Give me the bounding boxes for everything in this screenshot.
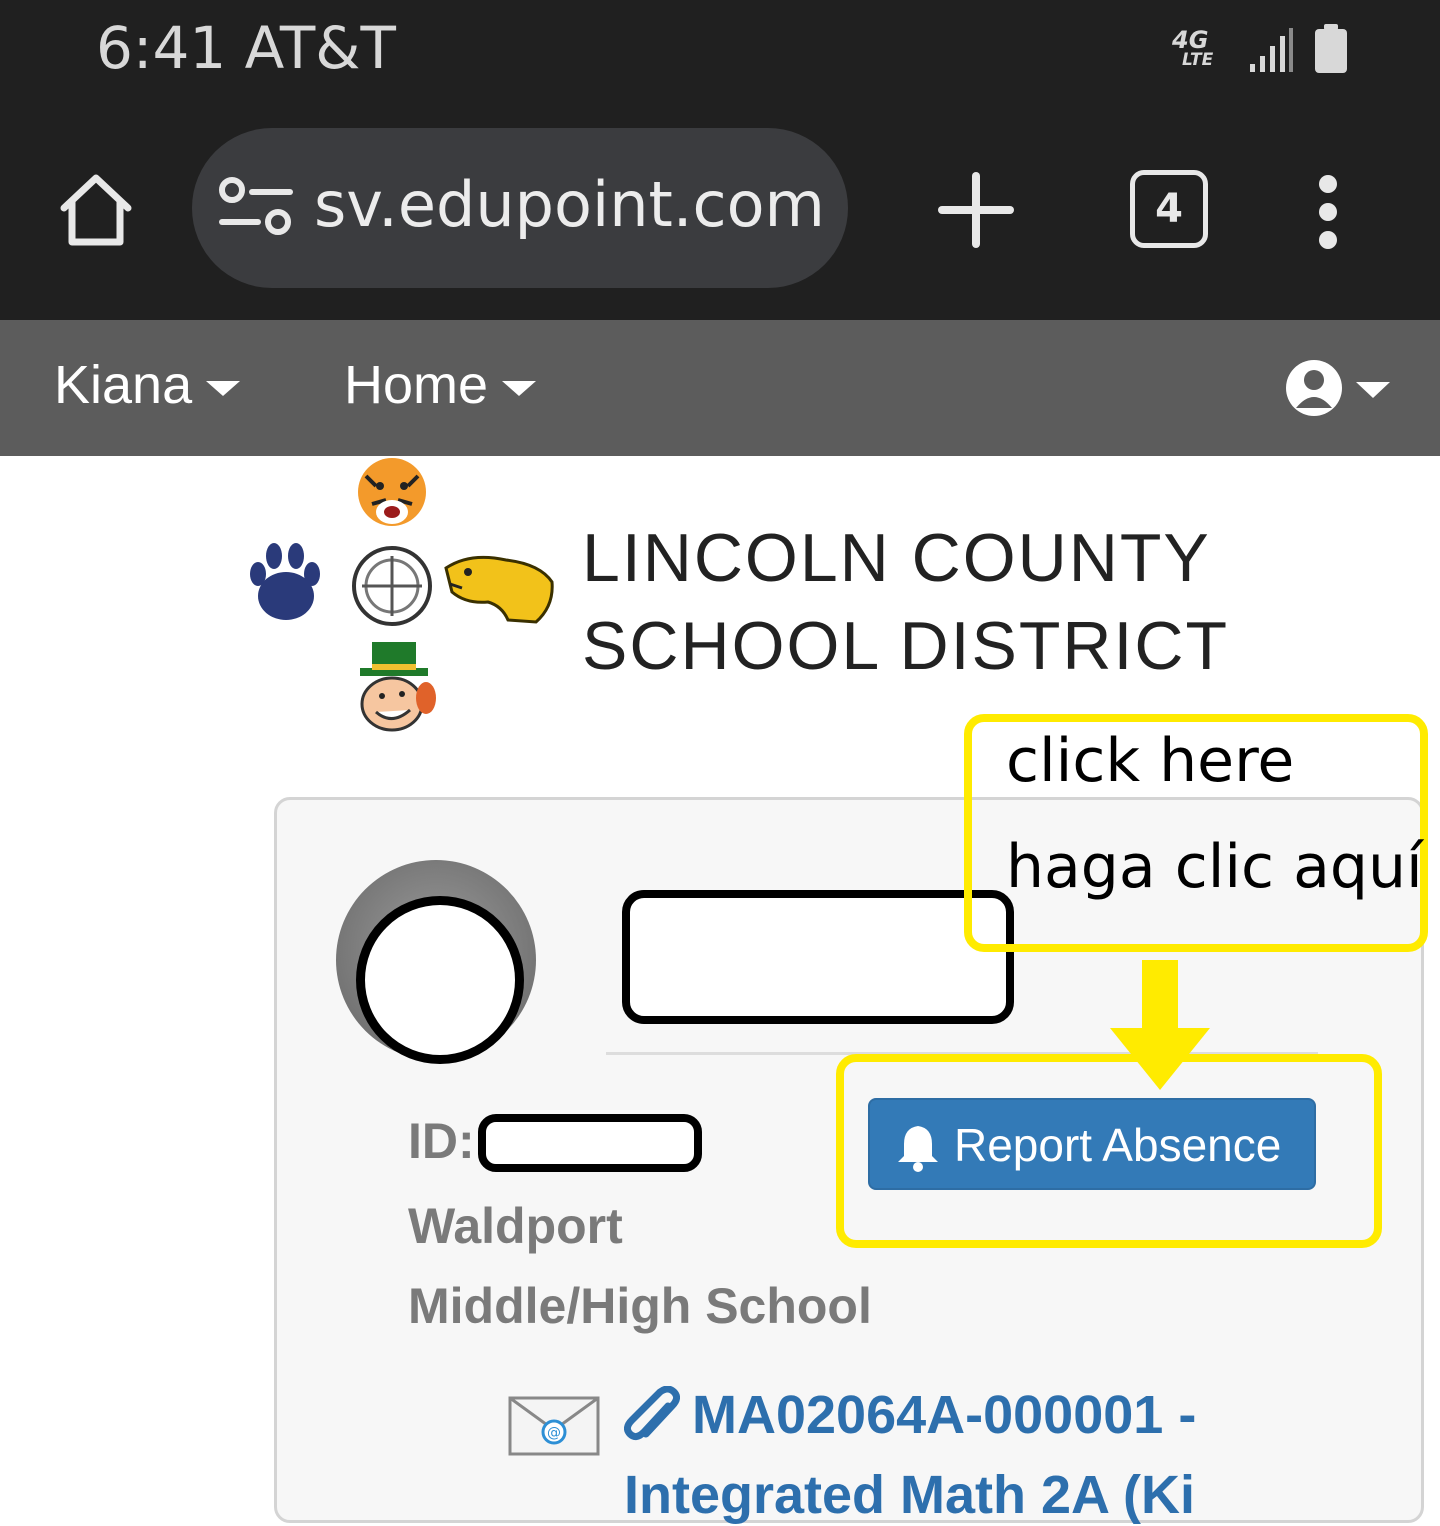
battery-icon	[1315, 24, 1347, 73]
chevron-down-icon	[502, 381, 537, 397]
student-dropdown[interactable]: Kiana	[54, 354, 241, 416]
svg-text:@: @	[547, 1425, 561, 1441]
name-redaction-mark	[622, 890, 1014, 1024]
class-section-link-continued[interactable]: Integrated Math 2A (Ki	[624, 1464, 1195, 1526]
school-name: Waldport Middle/High School	[408, 1186, 872, 1346]
status-time-carrier: 6:41 AT&T	[96, 14, 396, 82]
status-bar: 6:41 AT&T 4G LTE	[0, 0, 1440, 110]
network-type-indicator: 4G LTE	[1172, 28, 1213, 70]
id-redaction-mark	[478, 1114, 702, 1172]
button-highlight-box	[836, 1054, 1382, 1248]
class-section-link[interactable]: MA02064A-000001 -	[692, 1384, 1196, 1446]
app-navbar: Kiana Home	[0, 320, 1440, 456]
cougar-mascot-icon	[444, 555, 554, 624]
plus-icon[interactable]	[938, 172, 1014, 248]
browser-toolbar: sv.edupoint.com 4	[0, 110, 1440, 320]
user-circle-icon[interactable]	[1284, 356, 1394, 420]
district-name-line2: SCHOOL DISTRICT	[582, 608, 1230, 684]
home-dropdown[interactable]: Home	[344, 354, 537, 416]
photo-redaction-mark	[356, 896, 524, 1064]
school-name-line1: Waldport	[408, 1198, 623, 1254]
paperclip-icon	[624, 1386, 680, 1441]
student-dropdown-label: Kiana	[54, 355, 193, 415]
paw-mascot-icon	[250, 543, 320, 620]
callout-text-english: click here	[1006, 726, 1295, 796]
leprechaun-mascot-icon	[360, 642, 436, 732]
email-icon[interactable]: @	[508, 1396, 600, 1456]
compass-emblem-icon	[352, 546, 432, 626]
district-name: LINCOLN COUNTY SCHOOL DISTRICT	[582, 514, 1229, 690]
signal-icon	[1250, 28, 1293, 72]
callout-text-spanish: haga clic aquí	[1006, 832, 1423, 902]
district-name-line1: LINCOLN COUNTY	[582, 520, 1211, 596]
school-name-line2: Middle/High School	[408, 1278, 872, 1334]
chevron-down-icon	[206, 381, 241, 397]
more-vert-icon[interactable]	[1304, 172, 1352, 252]
tabs-icon[interactable]: 4	[1130, 170, 1208, 248]
url-text[interactable]: sv.edupoint.com	[314, 168, 825, 241]
district-logo	[250, 458, 554, 732]
address-bar[interactable]: sv.edupoint.com	[192, 128, 848, 288]
student-id-label: ID:	[408, 1113, 475, 1169]
tiger-mascot-icon	[358, 458, 426, 526]
home-dropdown-label: Home	[344, 355, 489, 415]
site-settings-icon[interactable]	[216, 176, 296, 240]
home-icon[interactable]	[56, 170, 136, 250]
